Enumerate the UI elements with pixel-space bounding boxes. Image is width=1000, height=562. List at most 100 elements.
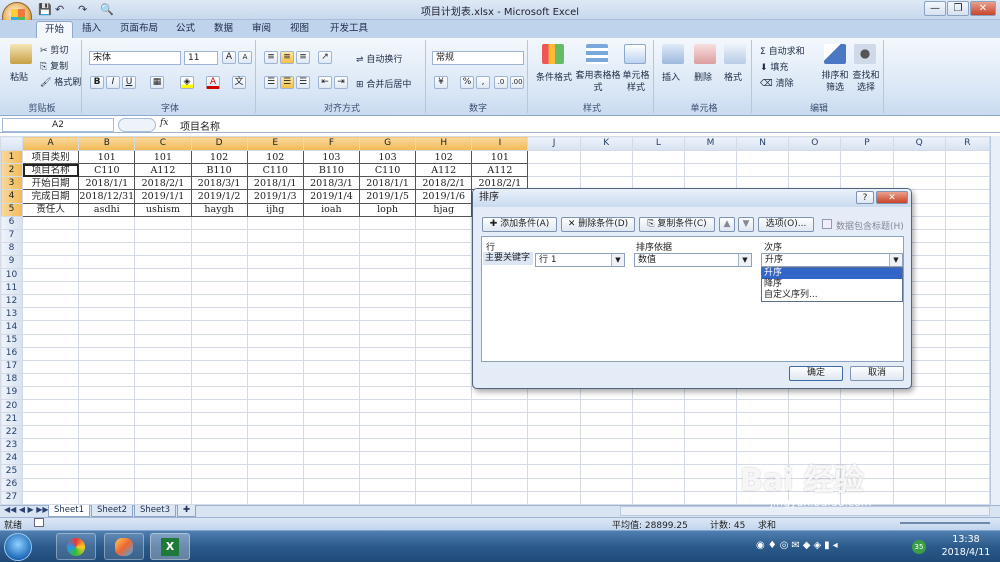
cell[interactable] xyxy=(190,294,248,309)
cell[interactable]: asdhi xyxy=(78,202,136,217)
cell[interactable] xyxy=(358,451,417,466)
cell[interactable] xyxy=(840,150,894,165)
column-header[interactable]: P xyxy=(840,135,894,152)
cell[interactable] xyxy=(302,320,361,335)
cell[interactable] xyxy=(892,490,946,506)
row-header[interactable]: 8 xyxy=(0,241,24,256)
cell[interactable] xyxy=(944,385,991,400)
cell[interactable] xyxy=(246,359,304,374)
cell[interactable] xyxy=(631,464,685,479)
cell[interactable] xyxy=(78,294,136,309)
row-header[interactable]: 6 xyxy=(0,215,24,230)
column-header[interactable]: G xyxy=(358,135,417,152)
cell[interactable] xyxy=(944,150,991,165)
cell[interactable] xyxy=(22,477,80,492)
conditional-format-icon[interactable] xyxy=(542,44,564,64)
cell[interactable]: 责任人 xyxy=(22,202,80,217)
row-header[interactable]: 23 xyxy=(0,438,24,453)
cell[interactable] xyxy=(358,412,417,427)
cell[interactable] xyxy=(788,425,842,440)
cell[interactable] xyxy=(358,228,417,243)
font-name-combo[interactable]: 宋体 xyxy=(89,51,181,65)
cell[interactable] xyxy=(78,254,136,270)
column-header[interactable]: A xyxy=(22,135,80,152)
cell[interactable] xyxy=(190,346,248,361)
cell[interactable] xyxy=(134,333,192,348)
number-format-combo[interactable]: 常规 xyxy=(432,51,524,65)
cell[interactable]: hjag xyxy=(415,202,473,217)
cell[interactable] xyxy=(579,490,633,506)
column-header[interactable]: K xyxy=(579,135,633,152)
cell[interactable] xyxy=(944,412,991,427)
cell[interactable] xyxy=(134,438,192,453)
cell[interactable] xyxy=(527,412,581,427)
tab-page-layout[interactable]: 页面布局 xyxy=(112,21,166,38)
cell[interactable] xyxy=(22,425,80,440)
cell[interactable] xyxy=(134,398,192,414)
cell[interactable] xyxy=(944,333,991,348)
cell[interactable] xyxy=(736,438,790,453)
paste-icon[interactable] xyxy=(10,44,32,64)
cell[interactable] xyxy=(302,464,361,479)
cell[interactable] xyxy=(190,425,248,440)
system-tray-icons[interactable]: ◉♦◎✉◆◈▮◂ xyxy=(756,540,841,551)
sheet-tab-1[interactable]: Sheet1 xyxy=(48,505,90,517)
cell[interactable] xyxy=(415,385,473,400)
column-header[interactable]: E xyxy=(246,135,304,152)
align-top-icon[interactable]: ≡ xyxy=(264,51,278,64)
insert-cells-button[interactable]: 插入 xyxy=(662,70,680,83)
cell[interactable] xyxy=(246,281,304,296)
find-select-icon[interactable] xyxy=(854,44,876,64)
cell[interactable]: 2019/1/4 xyxy=(302,189,361,204)
cell[interactable] xyxy=(302,490,361,506)
cell[interactable] xyxy=(22,228,80,243)
cell[interactable] xyxy=(415,372,473,387)
cell[interactable]: C110 xyxy=(78,163,136,178)
cell[interactable] xyxy=(683,425,738,440)
cell[interactable] xyxy=(892,464,946,479)
cell[interactable] xyxy=(840,438,894,453)
paint-app-icon[interactable] xyxy=(104,533,144,560)
cell-style-icon[interactable] xyxy=(624,44,646,64)
percent-button[interactable]: % xyxy=(460,76,474,89)
cell[interactable] xyxy=(190,254,248,270)
row-header[interactable]: 16 xyxy=(0,346,24,361)
cell[interactable] xyxy=(944,320,991,335)
cell[interactable] xyxy=(246,398,304,414)
cell[interactable] xyxy=(78,320,136,335)
cell[interactable] xyxy=(683,477,738,492)
cell[interactable] xyxy=(358,215,417,230)
cell[interactable] xyxy=(527,477,581,492)
cell[interactable] xyxy=(78,333,136,348)
cell[interactable] xyxy=(134,294,192,309)
cell[interactable] xyxy=(631,150,685,165)
cell[interactable]: 2018/3/1 xyxy=(302,176,361,191)
cell[interactable] xyxy=(944,398,991,414)
cell[interactable] xyxy=(358,425,417,440)
cell[interactable] xyxy=(78,215,136,230)
cell[interactable] xyxy=(415,477,473,492)
cell[interactable] xyxy=(246,346,304,361)
cell[interactable] xyxy=(892,150,946,165)
cell[interactable] xyxy=(302,241,361,256)
name-box[interactable]: A2 xyxy=(2,118,114,132)
column-header[interactable]: F xyxy=(302,135,361,152)
cell[interactable] xyxy=(22,438,80,453)
row-header[interactable]: 2 xyxy=(0,163,24,178)
row-header[interactable]: 21 xyxy=(0,412,24,427)
cell[interactable] xyxy=(246,215,304,230)
cell[interactable]: A112 xyxy=(134,163,192,178)
tab-developer[interactable]: 开发工具 xyxy=(322,21,376,38)
cell[interactable] xyxy=(302,307,361,322)
browser-app-icon[interactable] xyxy=(56,533,96,560)
dialog-help-button[interactable]: ? xyxy=(856,191,874,204)
cell[interactable] xyxy=(892,477,946,492)
cell[interactable] xyxy=(302,425,361,440)
cut-button[interactable]: ✂ 剪切 xyxy=(40,43,68,56)
cell[interactable] xyxy=(840,398,894,414)
cell[interactable] xyxy=(22,307,80,322)
cell[interactable] xyxy=(892,451,946,466)
row-header[interactable]: 22 xyxy=(0,425,24,440)
cell[interactable]: haygh xyxy=(190,202,248,217)
cell[interactable] xyxy=(631,451,685,466)
